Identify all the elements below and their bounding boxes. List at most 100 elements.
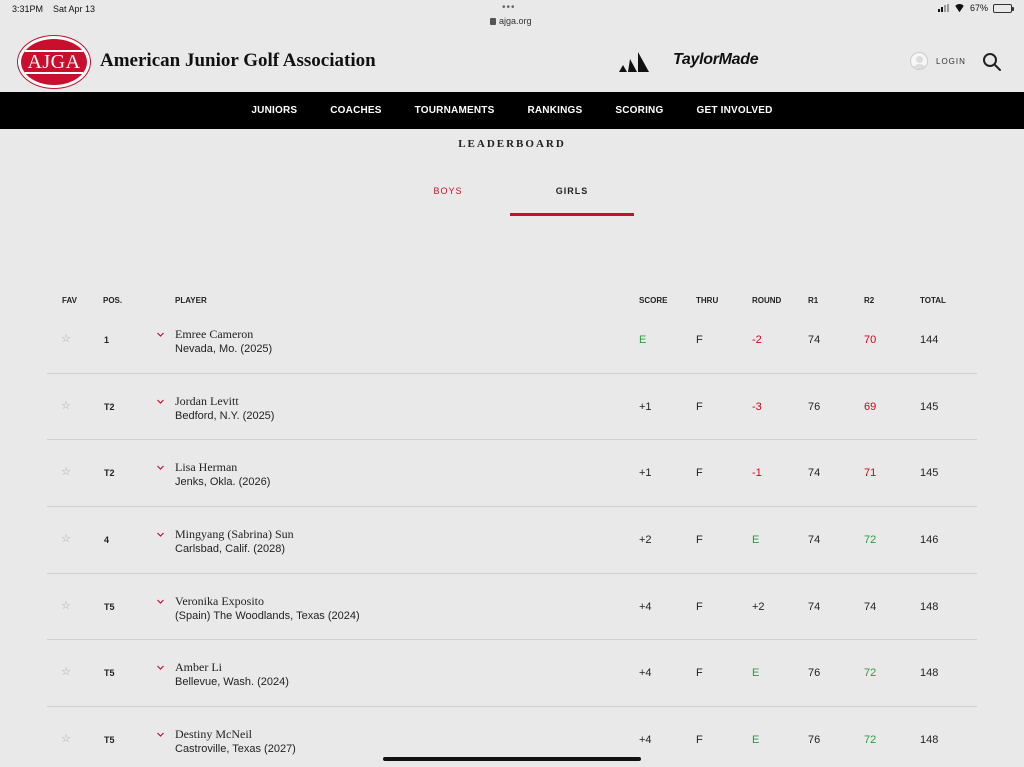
player-name[interactable]: Mingyang (Sabrina) Sun	[175, 527, 294, 542]
chevron-down-icon[interactable]	[156, 730, 165, 739]
row-r1: 76	[808, 667, 821, 680]
table-row[interactable]: ☆ T2 Lisa Herman Jenks, Okla. (2026) +1 F -1 74…	[47, 440, 977, 508]
page-title: LEADERBOARD	[458, 138, 566, 150]
favorite-star-icon[interactable]: ☆	[61, 399, 71, 412]
main-nav: JUNIORS COACHES TOURNAMENTS RANKINGS SCO…	[0, 92, 1024, 129]
row-total: 148	[920, 667, 939, 680]
player-name[interactable]: Lisa Herman	[175, 460, 237, 475]
battery-icon	[993, 3, 1014, 13]
chevron-down-icon[interactable]	[156, 597, 165, 606]
player-hometown: Bellevue, Wash. (2024)	[175, 676, 289, 689]
logo-text: AJGA	[25, 50, 83, 74]
row-r2: 72	[864, 667, 877, 680]
row-total: 148	[920, 600, 939, 613]
chevron-down-icon[interactable]	[156, 463, 165, 472]
favorite-star-icon[interactable]: ☆	[61, 465, 71, 478]
nav-item-get-involved[interactable]: GET INVOLVED	[680, 105, 789, 116]
table-row[interactable]: ☆ T2 Jordan Levitt Bedford, N.Y. (2025) +1 F -…	[47, 374, 977, 441]
row-r2: 72	[864, 734, 877, 747]
wifi-icon	[954, 4, 965, 12]
row-position: T5	[104, 668, 115, 679]
row-round: +2	[752, 600, 765, 613]
row-total: 146	[920, 534, 939, 547]
adidas-logo-icon[interactable]	[617, 50, 653, 72]
tab-girls[interactable]: GIRLS	[510, 178, 634, 216]
favorite-star-icon[interactable]: ☆	[61, 665, 71, 678]
nav-item-tournaments[interactable]: TOURNAMENTS	[398, 105, 511, 116]
row-total: 145	[920, 467, 939, 480]
tab-boys[interactable]: BOYS	[386, 178, 510, 216]
more-dots-icon[interactable]: •••	[502, 2, 516, 13]
player-name[interactable]: Destiny McNeil	[175, 727, 252, 742]
col-thru[interactable]: THRU	[696, 296, 718, 305]
row-score: +4	[639, 600, 652, 613]
row-round: E	[752, 734, 760, 747]
chevron-down-icon[interactable]	[156, 397, 165, 406]
row-position: T5	[104, 735, 115, 746]
row-thru: F	[696, 334, 703, 346]
nav-item-juniors[interactable]: JUNIORS	[235, 105, 314, 116]
row-r2: 69	[864, 400, 877, 413]
site-header: AJGA American Junior Golf Association Ta…	[0, 30, 1024, 92]
row-r2: 70	[864, 334, 877, 346]
row-position: T2	[104, 401, 115, 412]
taylormade-logo[interactable]: TaylorMade	[673, 51, 759, 69]
player-name[interactable]: Jordan Levitt	[175, 394, 239, 409]
player-name[interactable]: Veronika Exposito	[175, 594, 264, 609]
battery-percent: 67%	[969, 3, 988, 13]
status-date: Sat Apr 13	[53, 4, 96, 14]
player-hometown: Jenks, Okla. (2026)	[175, 476, 271, 489]
leaderboard-table: ☆ 1 Emree Cameron Nevada, Mo. (2025) E F -2 74 7…	[47, 307, 977, 767]
col-pos[interactable]: POS.	[103, 296, 122, 305]
table-row[interactable]: ☆ 4 Mingyang (Sabrina) Sun Carlsbad, Calif.…	[47, 507, 977, 574]
ajga-logo[interactable]: AJGA	[18, 36, 90, 88]
status-indicators: 67%	[937, 3, 1014, 13]
status-bar: 3:31PM Sat Apr 13 ••• ajga.org 67%	[0, 0, 1024, 30]
player-name[interactable]: Emree Cameron	[175, 327, 253, 342]
nav-item-rankings[interactable]: RANKINGS	[511, 105, 599, 116]
player-name[interactable]: Amber Li	[175, 660, 222, 675]
favorite-star-icon[interactable]: ☆	[61, 732, 71, 745]
row-round: -2	[752, 334, 762, 346]
table-row[interactable]: ☆ T5 Veronika Exposito (Spain) The Woodland…	[47, 574, 977, 641]
col-score[interactable]: SCORE	[639, 296, 667, 305]
home-indicator[interactable]	[383, 757, 641, 761]
row-round: -3	[752, 400, 762, 413]
row-thru: F	[696, 734, 703, 747]
row-round: -1	[752, 467, 762, 480]
table-row[interactable]: ☆ T5 Amber Li Bellevue, Wash. (2024) +4 F E 76 7…	[47, 640, 977, 708]
chevron-down-icon[interactable]	[156, 663, 165, 672]
row-score: E	[639, 334, 647, 346]
favorite-star-icon[interactable]: ☆	[61, 532, 71, 545]
col-r1[interactable]: R1	[808, 296, 818, 305]
address-bar[interactable]: ajga.org	[490, 16, 532, 26]
player-hometown: (Spain) The Woodlands, Texas (2024)	[175, 609, 360, 622]
row-position: T5	[104, 601, 115, 612]
row-r2: 74	[864, 600, 877, 613]
favorite-star-icon[interactable]: ☆	[61, 332, 71, 345]
col-total[interactable]: TOTAL	[920, 296, 946, 305]
row-score: +4	[639, 667, 652, 680]
nav-item-scoring[interactable]: SCORING	[599, 105, 680, 116]
row-r1: 76	[808, 400, 821, 413]
row-score: +1	[639, 400, 652, 413]
col-round[interactable]: ROUND	[752, 296, 781, 305]
chevron-down-icon[interactable]	[156, 330, 165, 339]
col-r2[interactable]: R2	[864, 296, 874, 305]
site-title[interactable]: American Junior Golf Association	[100, 50, 376, 72]
login-button[interactable]: LOGIN	[910, 52, 966, 70]
row-score: +4	[639, 734, 652, 747]
row-score: +1	[639, 467, 652, 480]
chevron-down-icon[interactable]	[156, 530, 165, 539]
favorite-star-icon[interactable]: ☆	[61, 599, 71, 612]
col-player[interactable]: PLAYER	[175, 296, 207, 305]
row-r1: 74	[808, 467, 821, 480]
row-round: E	[752, 534, 760, 547]
nav-item-coaches[interactable]: COACHES	[314, 105, 398, 116]
search-icon[interactable]	[982, 52, 1002, 72]
player-hometown: Bedford, N.Y. (2025)	[175, 409, 275, 422]
row-round: E	[752, 667, 760, 680]
row-total: 148	[920, 734, 939, 747]
table-row[interactable]: ☆ 1 Emree Cameron Nevada, Mo. (2025) E F -2 74 7…	[47, 307, 977, 374]
player-hometown: Carlsbad, Calif. (2028)	[175, 543, 286, 556]
